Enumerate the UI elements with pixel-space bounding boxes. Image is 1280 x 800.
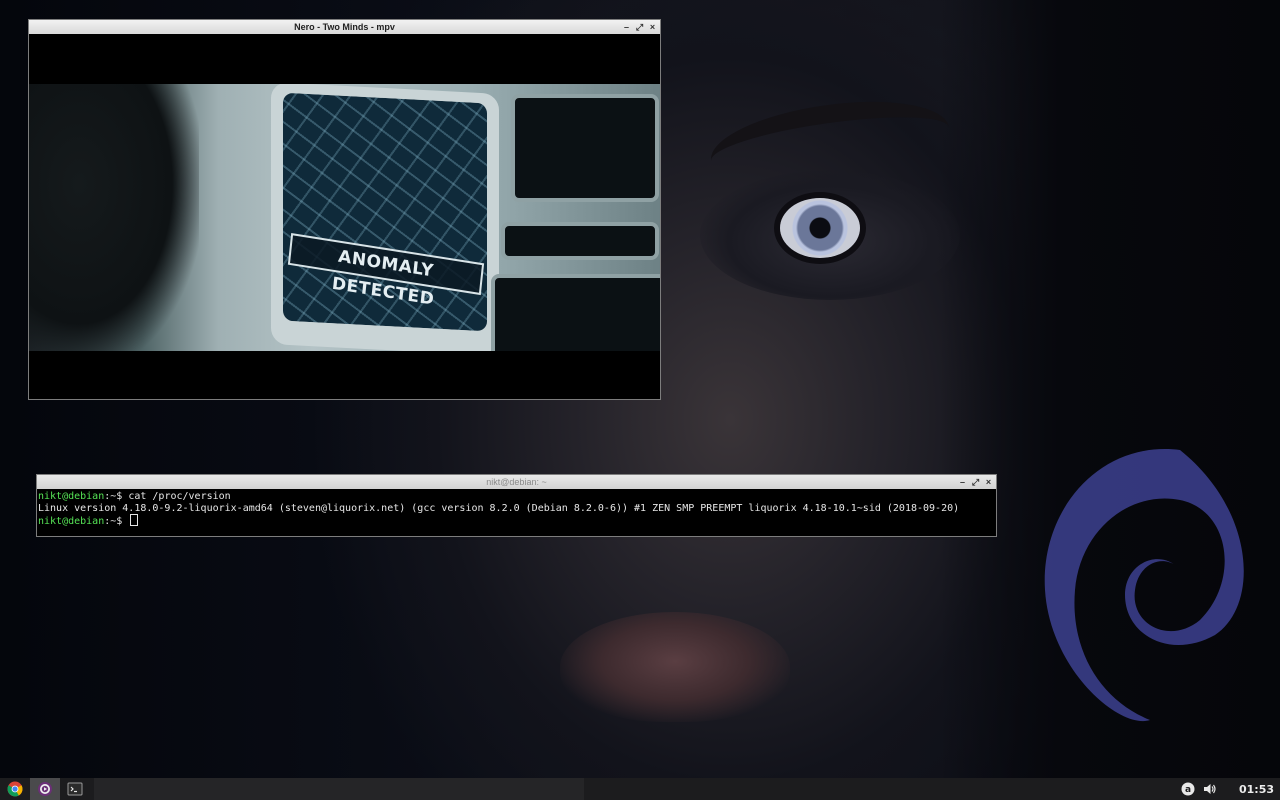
- prompt-user: nikt@debian: [38, 491, 105, 502]
- wallpaper-eyebrow: [705, 88, 955, 200]
- mpv-title: Nero - Two Minds - mpv: [294, 22, 395, 32]
- desktop[interactable]: Nero - Two Minds - mpv – ⤢ × ANOMALY DET…: [0, 0, 1280, 800]
- video-side-panel-middle: [501, 222, 659, 260]
- minimize-button[interactable]: –: [958, 475, 967, 489]
- command-output: Linux version 4.18.0-9.2-liquorix-amd64 …: [38, 502, 960, 514]
- terminal-output[interactable]: nikt@debian:~$ cat /proc/version Linux ve…: [37, 489, 996, 536]
- terminal-icon: [67, 782, 83, 796]
- video-person-silhouette: [29, 84, 199, 351]
- wallpaper-eye: [780, 198, 860, 258]
- volume-icon[interactable]: [1203, 782, 1217, 796]
- terminal-line: Linux version 4.18.0-9.2-liquorix-amd64 …: [38, 503, 995, 515]
- mpv-icon: [38, 782, 52, 796]
- video-monitor: ANOMALY DETECTED: [271, 84, 499, 351]
- svg-text:a: a: [1185, 785, 1191, 795]
- video-monitor-screen: ANOMALY DETECTED: [283, 92, 487, 332]
- taskbar-terminal-button[interactable]: [60, 778, 90, 800]
- video-side-panel-top: [511, 94, 659, 202]
- mpv-video-area[interactable]: ANOMALY DETECTED: [29, 34, 660, 399]
- taskbar-chrome-button[interactable]: [0, 778, 30, 800]
- taskbar: a 01:53: [0, 778, 1280, 800]
- taskbar-task-list[interactable]: [94, 778, 584, 800]
- terminal-title: nikt@debian: ~: [486, 477, 547, 487]
- wallpaper-lips: [560, 612, 790, 722]
- minimize-button[interactable]: –: [622, 20, 631, 34]
- terminal-cursor: [130, 514, 139, 526]
- mpv-window-controls: – ⤢ ×: [622, 20, 657, 34]
- close-button[interactable]: ×: [984, 475, 993, 489]
- keyboard-layout-icon[interactable]: a: [1181, 782, 1195, 796]
- system-tray: a 01:53: [1181, 778, 1274, 800]
- terminal-titlebar[interactable]: nikt@debian: ~ – ⤢ ×: [37, 475, 996, 489]
- prompt-user: nikt@debian: [38, 516, 105, 527]
- mpv-window[interactable]: Nero - Two Minds - mpv – ⤢ × ANOMALY DET…: [28, 19, 661, 400]
- video-anomaly-text: ANOMALY DETECTED: [287, 233, 485, 310]
- taskbar-mpv-button[interactable]: [30, 778, 60, 800]
- terminal-window[interactable]: nikt@debian: ~ – ⤢ × nikt@debian:~$ cat …: [36, 474, 997, 537]
- clock[interactable]: 01:53: [1239, 783, 1274, 796]
- debian-swirl-logo: [1044, 449, 1244, 722]
- video-frame: ANOMALY DETECTED: [29, 84, 660, 351]
- video-side-panel-bottom: [491, 274, 660, 351]
- terminal-window-controls: – ⤢ ×: [958, 475, 993, 489]
- prompt-path: :~$: [104, 491, 129, 502]
- command-text: cat /proc/version: [128, 491, 231, 502]
- terminal-line: nikt@debian:~$ cat /proc/version: [38, 491, 995, 503]
- mpv-titlebar[interactable]: Nero - Two Minds - mpv – ⤢ ×: [29, 20, 660, 34]
- maximize-button[interactable]: ⤢: [635, 20, 644, 34]
- terminal-line: nikt@debian:~$: [38, 514, 995, 528]
- prompt-path: :~$: [104, 516, 129, 527]
- chrome-icon: [7, 781, 23, 797]
- maximize-button[interactable]: ⤢: [971, 475, 980, 489]
- close-button[interactable]: ×: [648, 20, 657, 34]
